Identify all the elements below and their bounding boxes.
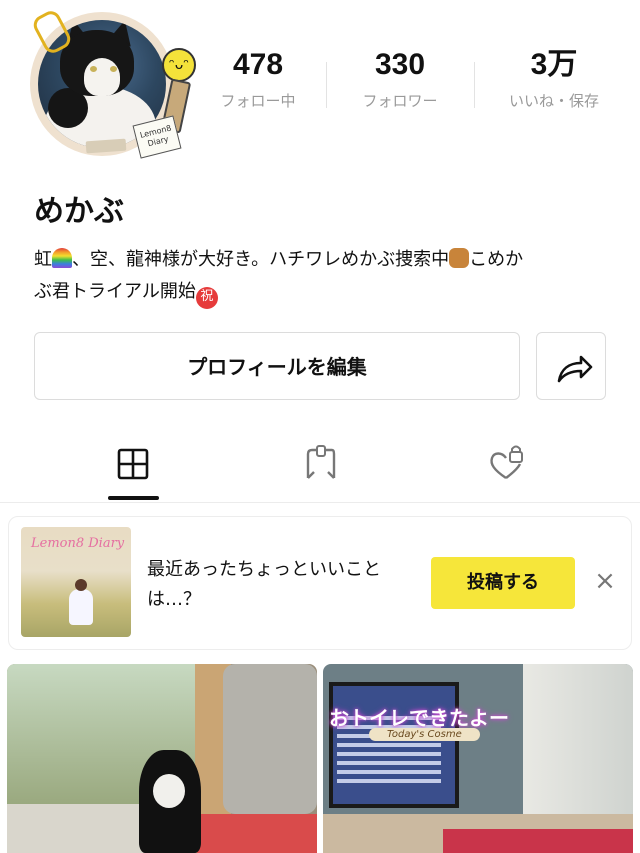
grid-icon <box>117 448 149 480</box>
profile-name: めかぶ <box>34 194 124 229</box>
bio-text: 、空、龍神様が大好き。ハチワレめかぶ捜索中 <box>72 249 450 270</box>
post-overlay-title: おトイレできたよー <box>329 706 509 730</box>
stat-likes[interactable]: 3万 いいね・保存 <box>480 40 628 112</box>
stat-following[interactable]: 478 フォロー中 <box>184 40 332 112</box>
banner-thumbnail: Lemon8 Diary <box>21 527 131 637</box>
stat-following-count: 478 <box>232 48 284 81</box>
bio-text: ぶ君トライアル開始 <box>34 281 196 302</box>
stat-following-label: フォロー中 <box>220 92 296 110</box>
profile-avatar[interactable]: ᵔᴗᵔ Lemon8 Diary <box>24 7 196 160</box>
profile-tabs <box>0 430 640 503</box>
stat-followers-count: 330 <box>374 48 426 81</box>
bio-text: こめか <box>469 249 524 270</box>
edit-profile-button[interactable]: プロフィールを編集 <box>34 332 520 400</box>
post-prompt-banner: Lemon8 Diary 最近あったちょっといいことは…？ 投稿する × <box>8 516 632 650</box>
post-button[interactable]: 投稿する <box>431 557 575 609</box>
stat-followers-label: フォロワー <box>362 92 438 110</box>
close-icon[interactable]: × <box>593 568 617 594</box>
tab-saved[interactable] <box>290 430 350 500</box>
heart-lock-icon <box>490 445 523 479</box>
share-button[interactable] <box>536 332 606 400</box>
stat-likes-count: 3万 <box>530 48 578 81</box>
stat-divider <box>474 62 475 108</box>
banner-prompt-text: 最近あったちょっといいことは…？ <box>147 559 381 610</box>
profile-bio: 虹、空、龍神様が大好き。ハチワレめかぶ捜索中 こめか ぶ君トライアル開始祝 <box>34 244 614 309</box>
active-tab-indicator <box>108 496 159 500</box>
cat-emoji-icon <box>449 248 470 268</box>
share-arrow-icon <box>557 355 593 383</box>
post-thumbnail[interactable]: おトイレできたよー Today's Cosme <box>323 664 633 853</box>
profile-stats: 478 フォロー中 330 フォロワー 3万 いいね・保存 <box>184 40 636 120</box>
stat-followers[interactable]: 330 フォロワー <box>326 40 474 112</box>
celebration-emoji-icon: 祝 <box>195 287 218 309</box>
post-thumbnail[interactable] <box>7 664 317 853</box>
post-overlay-subtitle: Today's Cosme <box>369 728 480 741</box>
bio-text: 虹 <box>34 249 52 270</box>
stat-likes-label: いいね・保存 <box>508 92 599 110</box>
tab-posts[interactable] <box>103 430 163 500</box>
bookmark-icon <box>306 445 336 479</box>
banner-thumbnail-title: Lemon8 Diary <box>31 536 125 551</box>
rainbow-emoji-icon <box>52 248 72 268</box>
tab-liked[interactable] <box>478 430 538 500</box>
